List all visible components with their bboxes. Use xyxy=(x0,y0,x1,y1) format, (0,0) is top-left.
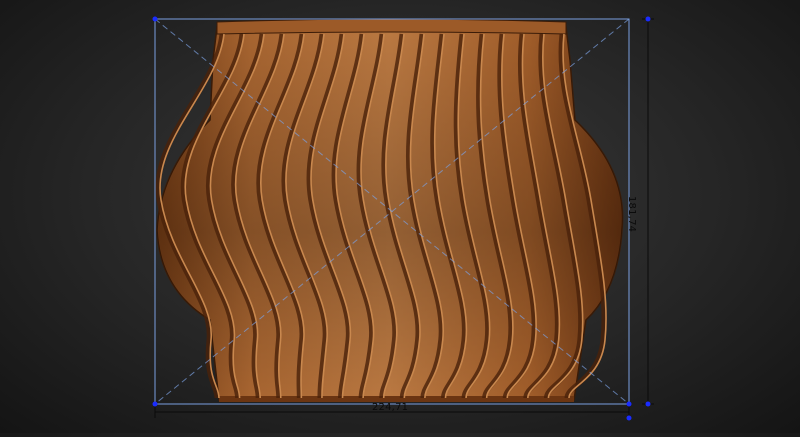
bottom-right-handle[interactable] xyxy=(626,401,632,407)
height-dimension xyxy=(642,18,654,405)
height-handle[interactable] xyxy=(645,401,651,407)
bottom-left-handle[interactable] xyxy=(152,401,158,407)
top-right-handle[interactable] xyxy=(645,16,651,22)
width-dimension-label: 224,71 xyxy=(372,402,409,413)
top-left-handle[interactable] xyxy=(152,16,158,22)
height-dimension-label: 181,74 xyxy=(626,196,637,233)
scene-svg xyxy=(152,16,654,421)
width-handle[interactable] xyxy=(626,415,632,421)
3d-viewport[interactable]: 224,71 181,74 xyxy=(0,0,800,433)
vase-rim xyxy=(216,18,567,35)
